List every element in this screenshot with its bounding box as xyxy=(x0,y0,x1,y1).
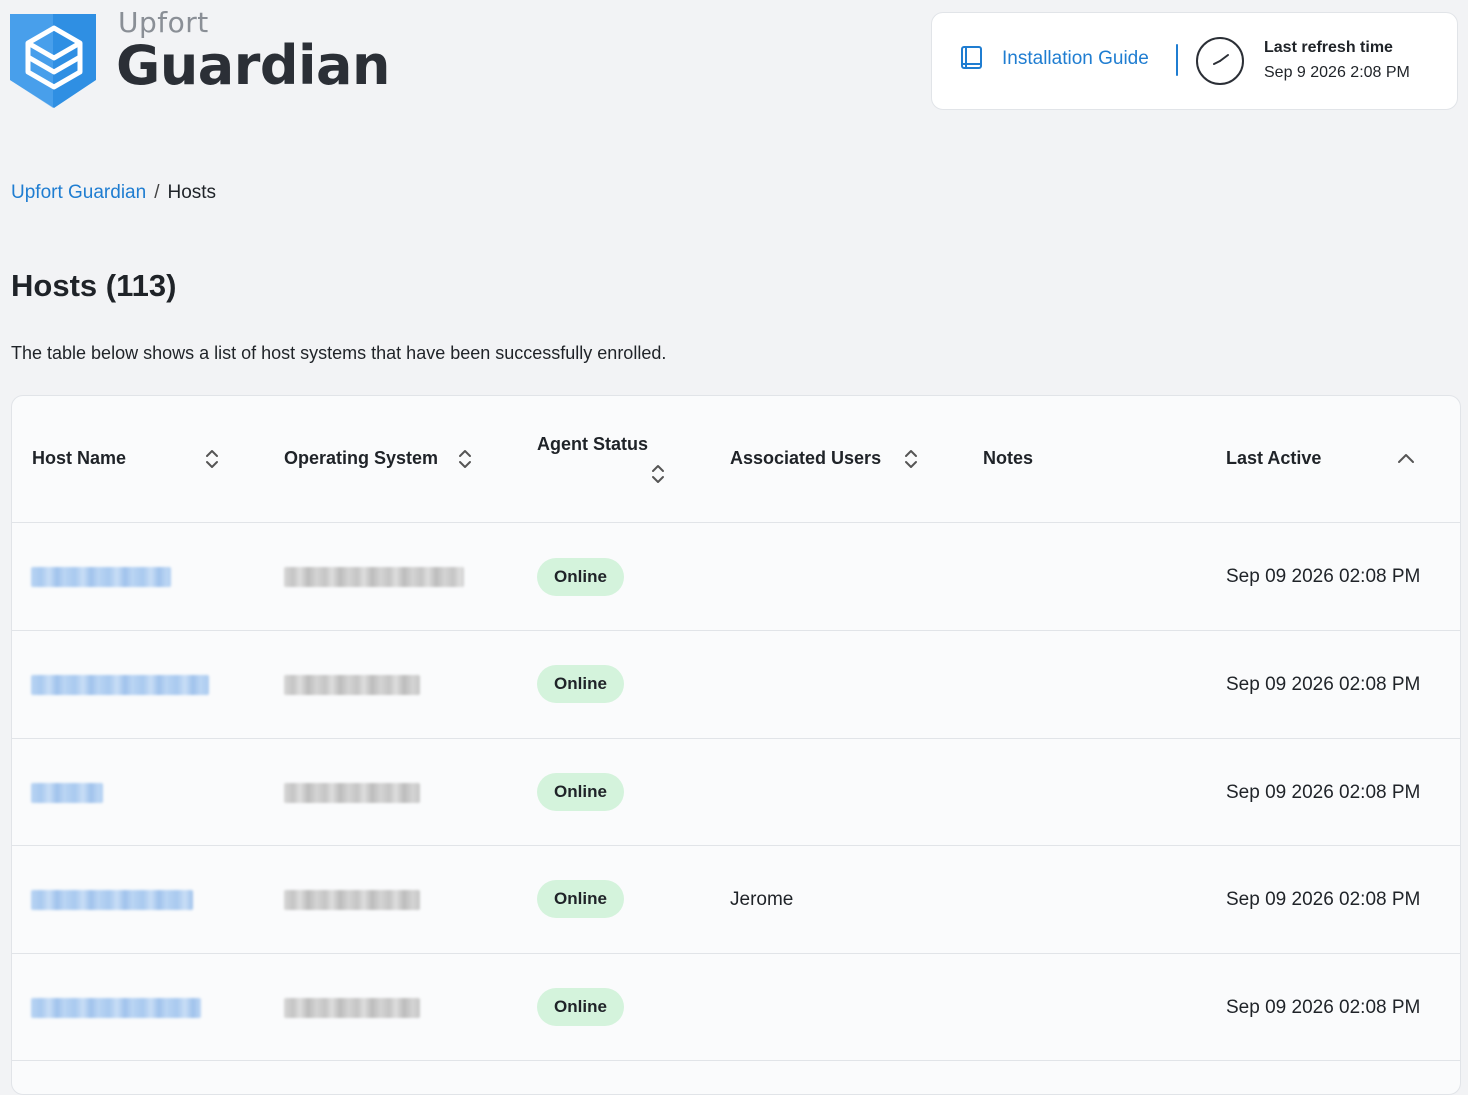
last-active: Sep 09 2026 02:08 PM xyxy=(1226,889,1421,910)
breadcrumb-root-link[interactable]: Upfort Guardian xyxy=(11,182,146,203)
sort-icon[interactable] xyxy=(651,463,665,485)
table-header: Host Name Operating System Agent Status … xyxy=(12,396,1460,523)
column-header-associated-users[interactable]: Associated Users xyxy=(730,448,881,469)
table-row[interactable]: Online Sep 09 2026 02:08 PM xyxy=(12,523,1460,631)
column-header-operating-system[interactable]: Operating System xyxy=(284,448,438,469)
page-description: The table below shows a list of host sys… xyxy=(11,343,667,363)
operating-system-redacted xyxy=(284,998,420,1018)
book-icon[interactable] xyxy=(960,45,984,71)
sort-icon[interactable] xyxy=(205,448,219,470)
header-info-card: Installation Guide Last refresh time Sep… xyxy=(931,12,1458,110)
table-row[interactable]: Online Jerome Sep 09 2026 02:08 PM xyxy=(12,846,1460,954)
installation-guide-link[interactable]: Installation Guide xyxy=(1002,48,1149,70)
status-badge: Online xyxy=(537,665,624,703)
breadcrumb: Upfort Guardian / Hosts xyxy=(11,182,216,204)
operating-system-redacted xyxy=(284,675,420,695)
last-active: Sep 09 2026 02:08 PM xyxy=(1226,566,1421,587)
last-active: Sep 09 2026 02:08 PM xyxy=(1226,997,1421,1018)
table-row[interactable]: Online Sep 09 2026 02:08 PM xyxy=(12,954,1460,1061)
host-name-redacted[interactable] xyxy=(31,890,193,910)
column-header-agent-status[interactable]: Agent Status xyxy=(537,434,648,455)
upfort-guardian-logo xyxy=(10,10,98,110)
status-badge: Online xyxy=(537,558,624,596)
last-active: Sep 09 2026 02:08 PM xyxy=(1226,782,1421,803)
sort-icon[interactable] xyxy=(904,448,918,470)
host-name-redacted[interactable] xyxy=(31,783,103,803)
table-row[interactable]: Online Sep 09 2026 02:08 PM xyxy=(12,631,1460,739)
sort-icon[interactable] xyxy=(458,448,472,470)
last-refresh-label: Last refresh time xyxy=(1264,39,1393,56)
breadcrumb-separator: / xyxy=(154,182,160,203)
column-header-notes: Notes xyxy=(983,448,1034,468)
operating-system-redacted xyxy=(284,567,464,587)
host-name-redacted[interactable] xyxy=(31,675,209,695)
breadcrumb-current: Hosts xyxy=(167,182,217,203)
host-name-redacted[interactable] xyxy=(31,998,201,1018)
operating-system-redacted xyxy=(284,890,420,910)
page-title: Hosts (113) xyxy=(11,268,177,303)
status-badge: Online xyxy=(537,880,624,918)
table-row[interactable]: Online Sep 09 2026 02:08 PM xyxy=(12,739,1460,846)
associated-users: Jerome xyxy=(730,889,794,910)
status-badge: Online xyxy=(537,988,624,1026)
column-header-host-name[interactable]: Host Name xyxy=(32,448,126,469)
divider xyxy=(1176,44,1178,76)
chevron-up-icon[interactable] xyxy=(1397,448,1414,470)
last-active: Sep 09 2026 02:08 PM xyxy=(1226,674,1421,695)
host-name-redacted[interactable] xyxy=(31,567,171,587)
brand-product: Guardian xyxy=(116,34,390,97)
last-refresh-time: Sep 9 2026 2:08 PM xyxy=(1264,64,1410,81)
operating-system-redacted xyxy=(284,783,420,803)
hosts-table: Host Name Operating System Agent Status … xyxy=(11,395,1461,1095)
status-badge: Online xyxy=(537,773,624,811)
clock-icon xyxy=(1195,36,1245,86)
column-header-last-active[interactable]: Last Active xyxy=(1226,448,1321,469)
